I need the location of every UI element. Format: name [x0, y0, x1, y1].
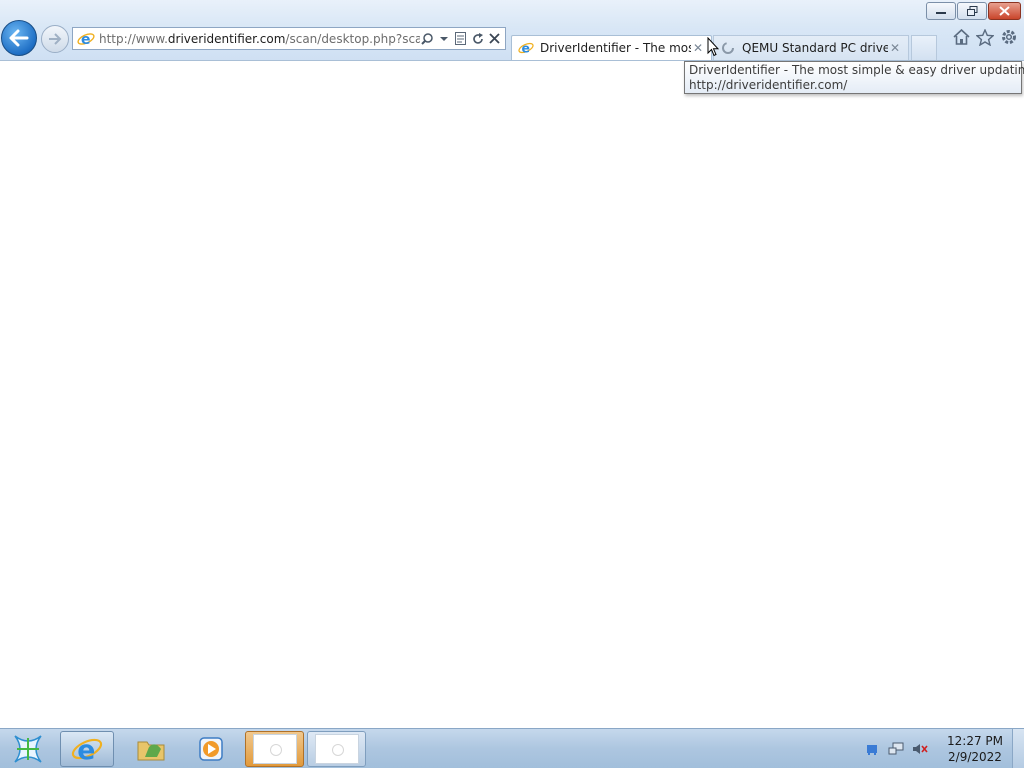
close-icon: [999, 6, 1010, 16]
window-thumbnail: [252, 734, 297, 764]
system-tray: 12:27 PM 2/9/2022: [860, 729, 1024, 768]
start-button[interactable]: [3, 730, 53, 768]
network-icon[interactable]: [888, 741, 904, 757]
minimize-button[interactable]: [926, 2, 956, 20]
svg-text:e: e: [77, 735, 95, 765]
search-icon[interactable]: [420, 31, 433, 47]
compatibility-view-icon[interactable]: [454, 31, 467, 47]
show-desktop-button[interactable]: [1012, 729, 1024, 768]
favorites-star-icon[interactable]: [976, 28, 994, 46]
taskbar-windows-explorer[interactable]: [124, 731, 178, 767]
url-path: /scan/desktop.php?scanid=3: [285, 31, 420, 46]
address-bar[interactable]: e http://www.driveridentifier.com/scan/d…: [72, 27, 506, 50]
home-icon[interactable]: [952, 28, 970, 46]
forward-button[interactable]: [41, 25, 69, 53]
ie-icon: e: [518, 40, 534, 56]
taskbar-internet-explorer[interactable]: e: [60, 731, 114, 767]
ie-icon: e: [77, 32, 95, 48]
address-url[interactable]: http://www.driveridentifier.com/scan/des…: [99, 32, 420, 46]
tab-title: QEMU Standard PC drivers: [742, 41, 888, 55]
new-tab-button[interactable]: [911, 35, 937, 60]
taskbar-window-2[interactable]: [307, 731, 366, 767]
volume-muted-icon[interactable]: [912, 741, 928, 757]
tab-tooltip: DriverIdentifier - The most simple & eas…: [684, 61, 1024, 94]
clock-time: 12:27 PM: [947, 734, 1003, 748]
folder-icon: [137, 741, 165, 761]
network-bluetooth-icon[interactable]: [864, 741, 880, 757]
loading-icon: [720, 40, 736, 56]
tab-title: DriverIdentifier - The most ...: [540, 41, 691, 55]
taskbar-media-player[interactable]: [184, 731, 238, 767]
ie-icon: e: [71, 735, 103, 765]
command-icons: [952, 28, 1018, 46]
page-content[interactable]: [0, 61, 1024, 728]
svg-text:e: e: [522, 40, 530, 55]
dropdown-arrow-icon[interactable]: [437, 31, 450, 47]
media-player-icon: [199, 737, 223, 761]
tooltip-url: http://driveridentifier.com/: [689, 78, 848, 92]
minimize-icon: [936, 12, 946, 14]
forward-arrow-icon: [49, 33, 62, 45]
start-logo-icon: [14, 735, 42, 763]
back-arrow-icon: [9, 29, 29, 47]
restore-icon: [966, 6, 977, 16]
back-button[interactable]: [1, 20, 37, 56]
url-domain: driveridentifier.com: [167, 31, 286, 46]
close-window-button[interactable]: [988, 2, 1021, 20]
window-controls: [926, 2, 1021, 20]
close-tab-icon[interactable]: ✕: [888, 41, 902, 55]
clock[interactable]: 12:27 PM 2/9/2022: [940, 733, 1010, 765]
window-thumbnail: [314, 734, 359, 764]
tab-driveridentifier[interactable]: e DriverIdentifier - The most ... ✕: [511, 35, 712, 60]
restore-button[interactable]: [957, 2, 987, 20]
mouse-cursor-icon: [707, 37, 719, 57]
refresh-icon[interactable]: [471, 31, 484, 47]
close-tab-icon[interactable]: ✕: [691, 41, 705, 55]
address-tools: [420, 31, 505, 47]
svg-text:e: e: [81, 32, 91, 48]
taskbar: e 12:27 PM 2/9/2022: [0, 728, 1024, 768]
tab-qemu-drivers[interactable]: QEMU Standard PC drivers ✕: [713, 35, 909, 60]
stop-icon[interactable]: [488, 31, 501, 47]
clock-date: 2/9/2022: [948, 750, 1002, 764]
taskbar-window-1[interactable]: [245, 731, 304, 767]
url-prefix: http://www.: [99, 31, 168, 46]
tooltip-title: DriverIdentifier - The most simple & eas…: [689, 63, 1024, 77]
browser-chrome: e http://www.driveridentifier.com/scan/d…: [0, 0, 1024, 61]
tools-gear-icon[interactable]: [1000, 28, 1018, 46]
